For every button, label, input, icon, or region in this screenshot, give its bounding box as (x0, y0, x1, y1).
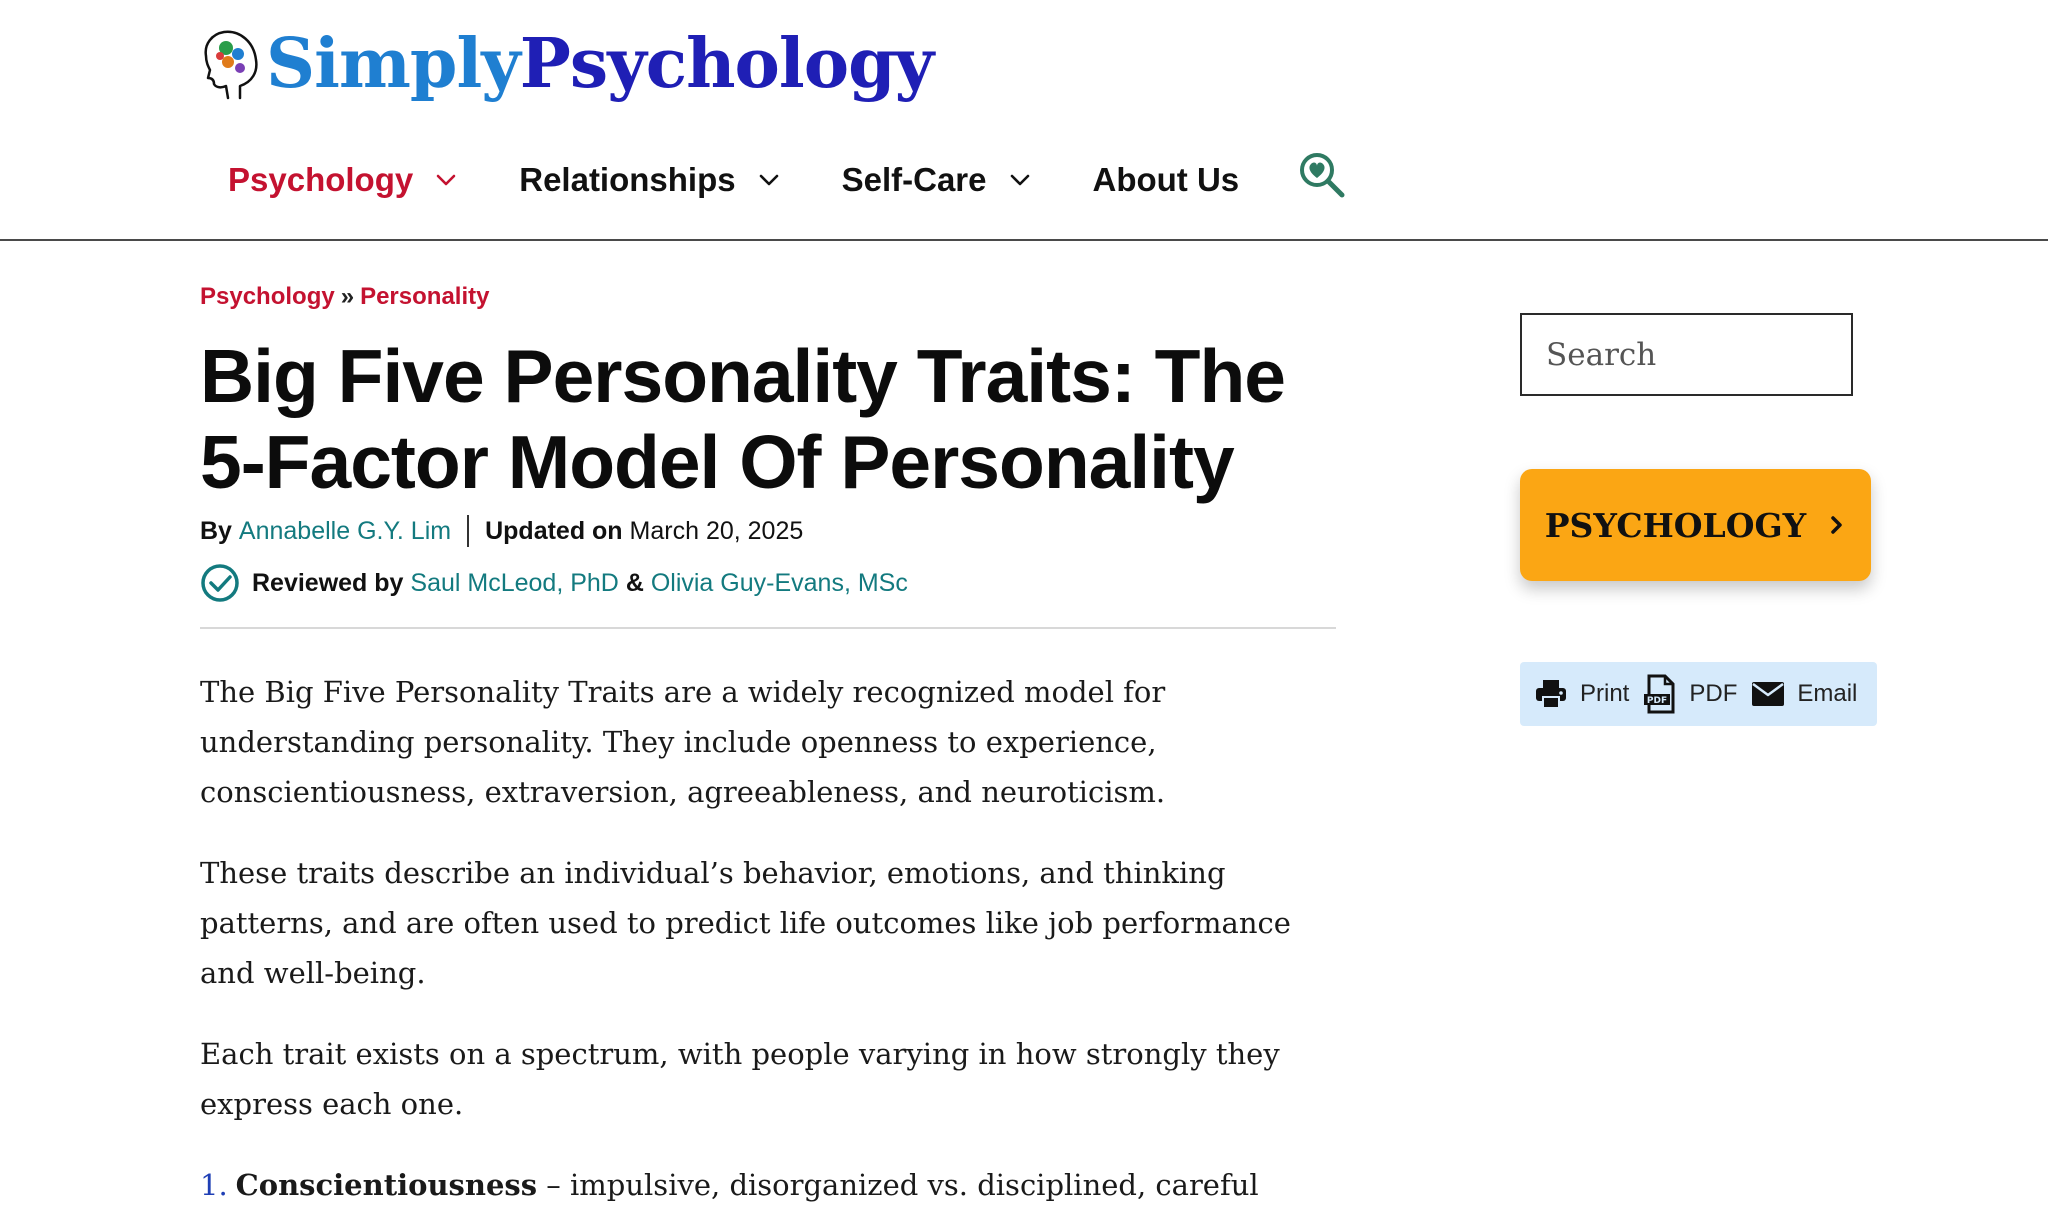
trait-name: Conscientiousness (235, 1168, 538, 1202)
article-body: The Big Five Personality Traits are a wi… (200, 667, 1340, 1210)
pdf-file-icon: PDF (1644, 674, 1675, 714)
envelope-icon (1752, 682, 1785, 706)
updated-label: Updated on (485, 516, 623, 545)
heart-search-icon[interactable] (1297, 150, 1347, 200)
print-label: Print (1580, 680, 1630, 707)
head-gears-logo-icon (204, 30, 258, 100)
logo-text-simply: Simply (266, 24, 521, 104)
author-link[interactable]: Annabelle G.Y. Lim (239, 517, 451, 546)
nav-label: Relationships (519, 161, 736, 198)
email-label: Email (1797, 680, 1858, 707)
chevron-down-icon (759, 174, 778, 186)
breadcrumb-separator: » (340, 283, 355, 310)
category-psychology-button[interactable]: PSYCHOLOGY (1520, 469, 1871, 581)
reviewer-link-2[interactable]: Olivia Guy-Evans, MSc (651, 569, 908, 598)
paragraph: These traits describe an individual’s be… (200, 856, 1291, 990)
print-button[interactable]: Print (1534, 677, 1629, 711)
breadcrumb-link-psychology[interactable]: Psychology (200, 283, 335, 310)
nav-item-relationships[interactable]: Relationships (519, 161, 779, 199)
pdf-button[interactable]: PDF PDF (1643, 674, 1737, 714)
breadcrumb-link-personality[interactable]: Personality (360, 283, 489, 310)
chevron-down-icon (436, 174, 456, 186)
paragraph: Each trait exists on a spectrum, with pe… (200, 1037, 1280, 1121)
nav-item-about-us[interactable]: About Us (1093, 161, 1240, 199)
nav-label: About Us (1092, 161, 1240, 198)
email-button[interactable]: Email (1751, 680, 1857, 708)
chevron-down-icon (1010, 174, 1029, 186)
reviewer-joiner: & (625, 568, 644, 597)
list-number: 1. (200, 1168, 228, 1202)
share-toolbar: Print PDF PDF Email (1520, 662, 1877, 726)
svg-text:PDF: PDF (1647, 696, 1667, 706)
updated-date: March 20, 2025 (629, 516, 804, 545)
byline: By Annabelle G.Y. Lim Updated on March 2… (200, 515, 803, 547)
printer-icon (1536, 680, 1566, 709)
trait-description: – impulsive, disorganized vs. discipline… (546, 1168, 1259, 1202)
nav-label: Psychology (228, 161, 414, 198)
check-circle-icon (201, 564, 239, 602)
search-input[interactable] (1520, 313, 1853, 396)
nav-item-self-care[interactable]: Self-Care (842, 161, 1031, 199)
paragraph: The Big Five Personality Traits are a wi… (200, 675, 1166, 809)
nav-item-psychology[interactable]: Psychology (228, 161, 457, 199)
chevron-right-icon (1831, 516, 1842, 534)
by-label: By (200, 516, 232, 545)
byline-divider-line (200, 627, 1336, 629)
site-logo[interactable]: SimplyPsychology (200, 14, 934, 114)
byline-divider (467, 515, 470, 547)
main-nav: Psychology Relationships Self-Care About… (228, 140, 1347, 220)
logo-text-psychology: Psychology (519, 24, 934, 104)
reviewer-link-1[interactable]: Saul McLeod, PhD (410, 569, 618, 598)
reviewed-label: Reviewed by (252, 568, 404, 597)
pdf-label: PDF (1689, 680, 1738, 707)
list-item: 1. Conscientiousness – impulsive, disorga… (200, 1160, 1340, 1210)
site-header: SimplyPsychology Psychology Relationship… (0, 0, 2048, 241)
breadcrumb: Psychology» Personality (200, 283, 489, 311)
nav-label: Self-Care (841, 161, 987, 198)
page-title: Big Five Personality Traits: The 5-Facto… (200, 334, 1286, 504)
category-button-label: PSYCHOLOGY (1544, 505, 1807, 545)
reviewed-by: Reviewed by Saul McLeod, PhD & Olivia Gu… (200, 563, 908, 603)
